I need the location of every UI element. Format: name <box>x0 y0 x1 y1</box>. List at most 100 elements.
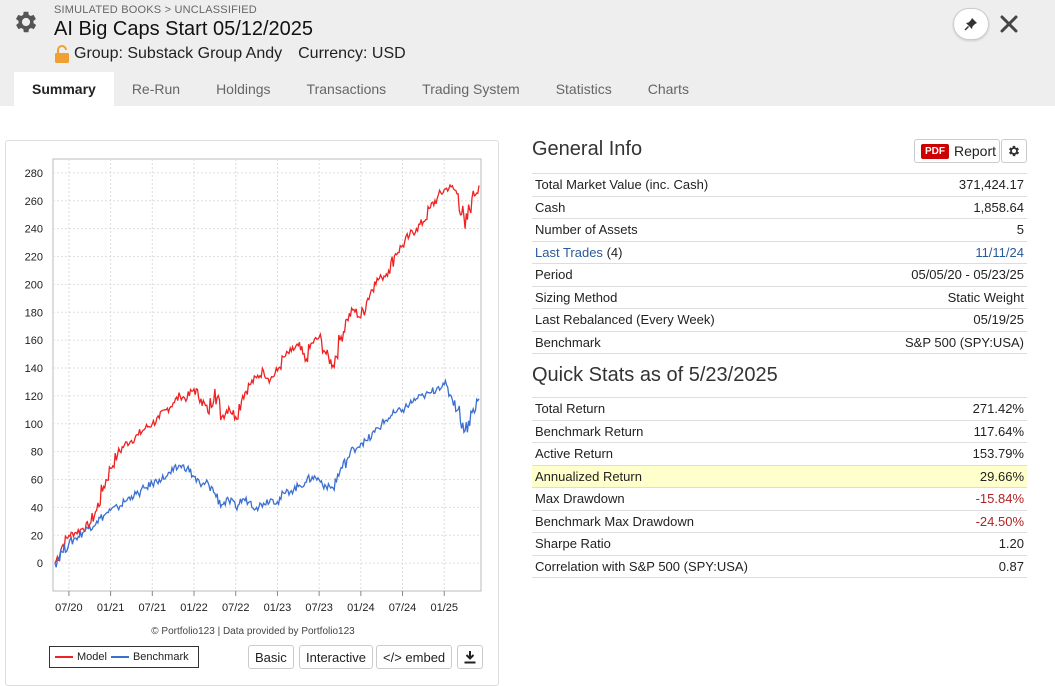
y-tick-label: 0 <box>37 558 43 570</box>
row-value: -15.84% <box>924 487 1027 511</box>
breadcrumb[interactable]: SIMULATED BOOKS > UNCLASSIFIED <box>54 4 257 16</box>
pdf-report-button[interactable]: PDF Report <box>914 139 1000 163</box>
row-label: Benchmark <box>532 331 828 354</box>
chart-panel: 0 20 40 60 80 100 120 140 160 180 200 220 240 260 280 0… <box>5 140 499 686</box>
row-label: Total Market Value (inc. Cash) <box>532 173 828 197</box>
table-row: Last Trades (4) 11/11/24 <box>532 241 1027 264</box>
row-label: Cash <box>532 196 828 219</box>
legend-item-benchmark[interactable]: Benchmark <box>110 651 189 663</box>
basic-button[interactable]: Basic <box>248 645 294 669</box>
row-label: Annualized Return <box>532 465 925 488</box>
legend-item-model[interactable]: Model <box>55 651 107 663</box>
download-button[interactable] <box>457 645 483 669</box>
tab-re-run[interactable]: Re-Run <box>114 72 198 106</box>
plot-area <box>52 158 482 592</box>
y-tick-label: 140 <box>25 363 43 375</box>
tab-trading-system[interactable]: Trading System <box>404 72 538 106</box>
tab-charts[interactable]: Charts <box>630 72 707 106</box>
chart-credit: © Portfolio123 | Data provided by Portfo… <box>151 626 355 637</box>
x-tick-label: 01/25 <box>430 602 458 614</box>
page-header: SIMULATED BOOKS > UNCLASSIFIED AI Big Ca… <box>0 0 1055 72</box>
y-tick-label: 240 <box>25 224 43 236</box>
row-label: Period <box>532 263 828 287</box>
tab-holdings[interactable]: Holdings <box>198 72 288 106</box>
chart-legend: Model Benchmark <box>49 646 199 668</box>
tab-transactions[interactable]: Transactions <box>289 72 405 106</box>
quick-stats-table: Total Return 271.42% Benchmark Return 117.… <box>532 397 1027 578</box>
y-tick-label: 40 <box>31 502 43 514</box>
last-trades-link[interactable]: Last Trades <box>535 245 603 260</box>
row-value: 05/19/25 <box>827 308 1027 332</box>
legend-swatch-benchmark <box>110 656 129 658</box>
row-value: 0.87 <box>924 555 1027 578</box>
y-tick-label: 280 <box>25 168 43 180</box>
close-icon[interactable] <box>998 13 1020 35</box>
x-tick-label: 07/22 <box>222 602 250 614</box>
row-label: Correlation with S&P 500 (SPY:USA) <box>532 555 925 578</box>
row-value: 05/05/20 - 05/23/25 <box>827 263 1027 287</box>
book-meta: Group: Substack Group Andy Currency: USD <box>54 45 406 63</box>
last-trades-date-link[interactable]: 11/11/24 <box>975 245 1024 260</box>
row-value: -24.50% <box>924 510 1027 533</box>
row-label: Benchmark Max Drawdown <box>532 510 925 533</box>
legend-swatch-model <box>55 656 73 658</box>
row-label: Benchmark Return <box>532 420 925 443</box>
gear-icon <box>1008 145 1020 157</box>
general-info-title: General Info <box>532 138 643 160</box>
y-tick-label: 220 <box>25 252 43 264</box>
x-tick-label: 01/24 <box>347 602 375 614</box>
table-row: Total Return 271.42% <box>532 397 1027 421</box>
row-label: Number of Assets <box>532 218 828 242</box>
row-value: 153.79% <box>924 442 1027 466</box>
row-label: Active Return <box>532 442 925 466</box>
tab-statistics[interactable]: Statistics <box>538 72 630 106</box>
quick-stats-title: Quick Stats as of 5/23/2025 <box>532 364 778 386</box>
last-trades-count: (4) <box>606 244 623 260</box>
table-row: Max Drawdown -15.84% <box>532 487 1027 511</box>
table-row: Benchmark Max Drawdown -24.50% <box>532 510 1027 533</box>
table-row: Active Return 153.79% <box>532 442 1027 466</box>
row-value: 1,858.64 <box>827 196 1027 219</box>
legend-label-model: Model <box>77 651 107 663</box>
page-title: AI Big Caps Start 05/12/2025 <box>54 18 314 40</box>
table-row: Sharpe Ratio 1.20 <box>532 532 1027 556</box>
general-info-table: Total Market Value (inc. Cash) 371,424.17… <box>532 173 1027 354</box>
y-tick-label: 120 <box>25 391 43 403</box>
row-label: Sizing Method <box>532 286 828 309</box>
embed-button[interactable]: </> embed <box>376 645 453 669</box>
report-settings-button[interactable] <box>1001 139 1027 163</box>
y-tick-label: 80 <box>31 447 43 459</box>
report-label: Report <box>954 143 997 159</box>
performance-chart[interactable]: 0 20 40 60 80 100 120 140 160 180 200 220 240 260 280 0… <box>6 141 500 621</box>
interactive-button[interactable]: Interactive <box>299 645 373 669</box>
table-row: Cash 1,858.64 <box>532 196 1027 219</box>
table-row: Benchmark S&P 500 (SPY:USA) <box>532 331 1027 354</box>
row-value: 5 <box>827 218 1027 242</box>
row-value: 371,424.17 <box>827 173 1027 197</box>
table-row: Period 05/05/20 - 05/23/25 <box>532 263 1027 287</box>
x-tick-label: 07/24 <box>389 602 417 614</box>
x-tick-label: 07/21 <box>139 602 167 614</box>
gear-icon[interactable] <box>12 8 40 36</box>
currency-label: Currency: USD <box>298 45 406 62</box>
row-label: Max Drawdown <box>532 487 925 511</box>
group-label: Group: Substack Group Andy <box>74 45 283 62</box>
x-tick-label: 07/20 <box>55 602 83 614</box>
x-tick-label: 01/22 <box>180 602 208 614</box>
pin-button[interactable] <box>953 8 989 40</box>
row-label: Total Return <box>532 397 925 421</box>
legend-label-benchmark: Benchmark <box>132 651 189 663</box>
table-row: Correlation with S&P 500 (SPY:USA) 0.87 <box>532 555 1027 578</box>
table-row: Last Rebalanced (Every Week) 05/19/25 <box>532 308 1027 332</box>
y-tick-label: 200 <box>25 279 43 291</box>
y-tick-label: 100 <box>25 419 43 431</box>
row-value: Static Weight <box>827 286 1027 309</box>
table-row: Benchmark Return 117.64% <box>532 420 1027 443</box>
y-tick-label: 160 <box>25 335 43 347</box>
x-tick-label: 01/21 <box>97 602 125 614</box>
y-tick-label: 260 <box>25 196 43 208</box>
tab-summary[interactable]: Summary <box>14 72 114 106</box>
table-row: Sizing Method Static Weight <box>532 286 1027 309</box>
x-tick-label: 01/23 <box>264 602 292 614</box>
row-value: S&P 500 (SPY:USA) <box>827 331 1027 354</box>
